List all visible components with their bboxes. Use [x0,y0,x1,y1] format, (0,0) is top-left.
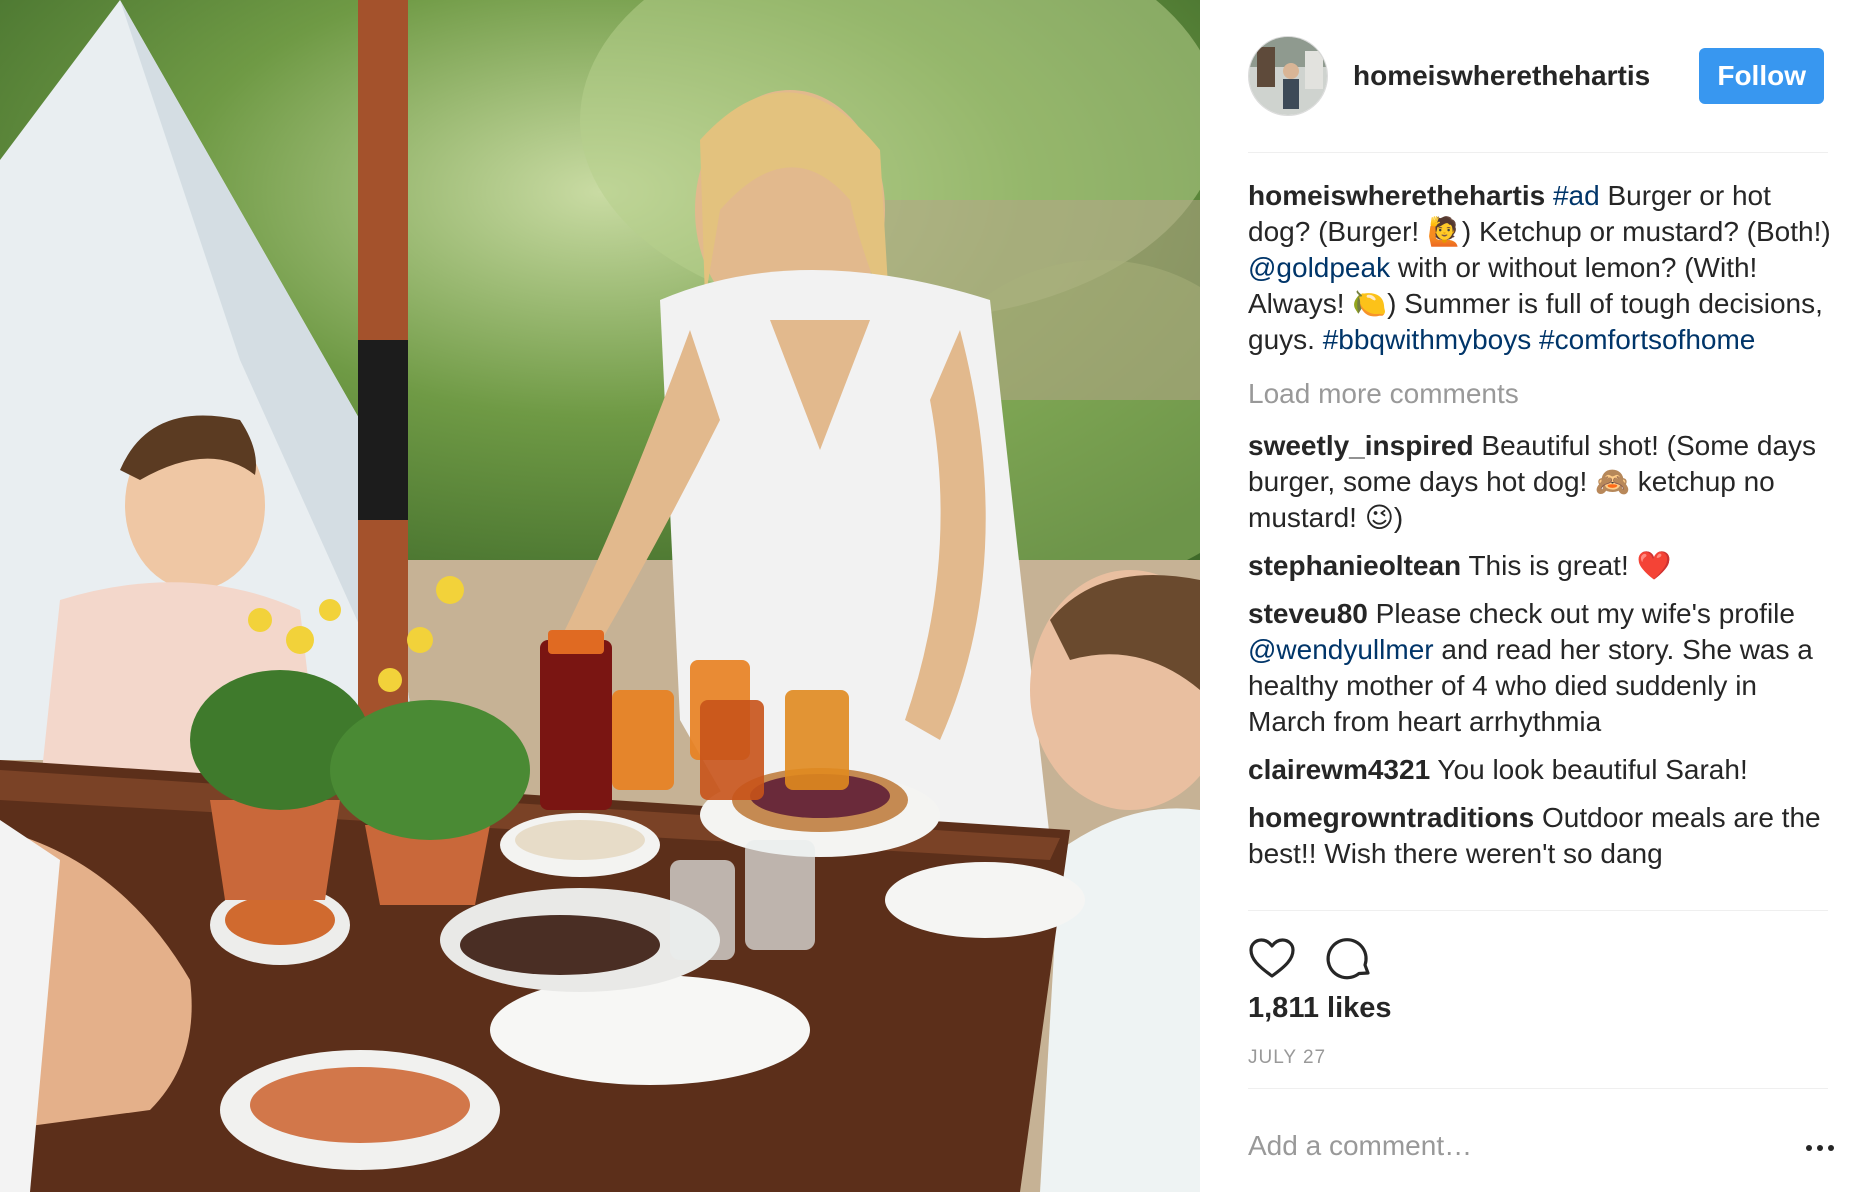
comment: steveu80 Please check out my wife's prof… [1248,596,1838,740]
likes-count[interactable]: 1,811 likes [1248,992,1392,1025]
comment-username[interactable]: clairewm4321 [1248,754,1430,785]
ellipsis-dot [1828,1145,1834,1151]
header-divider [1248,152,1828,153]
caption-username[interactable]: homeiswherethehartis [1248,180,1545,211]
comment: stephanieoltean This is great! ❤️ [1248,548,1838,584]
emoji: 😉 [1364,501,1394,534]
mention-link[interactable]: @wendyullmer [1248,634,1434,665]
comment-text: This is great! [1461,550,1637,581]
post-actions [1248,933,1448,985]
comment-text [1531,324,1539,355]
caption: homeiswherethehartis #ad Burger or hot d… [1248,178,1838,358]
ellipsis-icon [1806,1145,1812,1151]
post-date[interactable]: JULY 27 [1248,1047,1326,1069]
comments-divider [1248,910,1828,911]
avatar[interactable] [1248,36,1328,116]
photo-illustration [0,0,1200,1192]
emoji: ❤️ [1636,549,1672,582]
comment: homegrowntraditions Outdoor meals are th… [1248,800,1838,872]
comment-items: sweetly_inspired Beautiful shot! (Some d… [1248,428,1838,872]
emoji: 🍋 [1352,287,1388,320]
post-username[interactable]: homeiswherethehartis [1353,60,1699,92]
emoji: 🙋 [1427,215,1462,248]
comment-username[interactable]: steveu80 [1248,598,1368,629]
heart-outline-icon[interactable] [1248,935,1296,983]
comment-username[interactable]: stephanieoltean [1248,550,1461,581]
comment-text: ) [1393,502,1404,533]
post-header: homeiswherethehartis Follow [1248,34,1830,118]
comment-text: Please check out my wife's profile [1367,598,1795,629]
more-options-button[interactable] [1806,1140,1846,1156]
emoji: 🙈 [1595,465,1630,498]
instagram-post-view: homeiswherethehartis Follow homeiswheret… [0,0,1860,1192]
follow-button[interactable]: Follow [1699,48,1824,104]
comment-text: ) Ketchup or mustard? (Both!) [1461,216,1831,247]
ellipsis-dot [1817,1145,1823,1151]
comments-list[interactable]: homeiswherethehartis #ad Burger or hot d… [1248,178,1838,908]
mention-link[interactable]: #ad [1553,180,1600,211]
comment-username[interactable]: homegrowntraditions [1248,802,1534,833]
comment: sweetly_inspired Beautiful shot! (Some d… [1248,428,1838,536]
add-comment-input[interactable] [1248,1126,1768,1166]
speech-bubble-icon[interactable] [1326,935,1374,983]
comment-text: You look beautiful Sarah! [1430,754,1748,785]
comment-username[interactable]: sweetly_inspired [1248,430,1474,461]
post-side-panel: homeiswherethehartis Follow homeiswheret… [1200,0,1860,1192]
add-comment-divider [1248,1088,1828,1089]
mention-link[interactable]: @goldpeak [1248,252,1390,283]
comment: clairewm4321 You look beautiful Sarah! [1248,752,1838,788]
post-photo[interactable] [0,0,1200,1192]
avatar-image [1249,37,1327,115]
load-more-comments-button[interactable]: Load more comments [1248,376,1838,412]
mention-link[interactable]: #bbqwithmyboys [1323,324,1532,355]
mention-link[interactable]: #comfortsofhome [1539,324,1755,355]
